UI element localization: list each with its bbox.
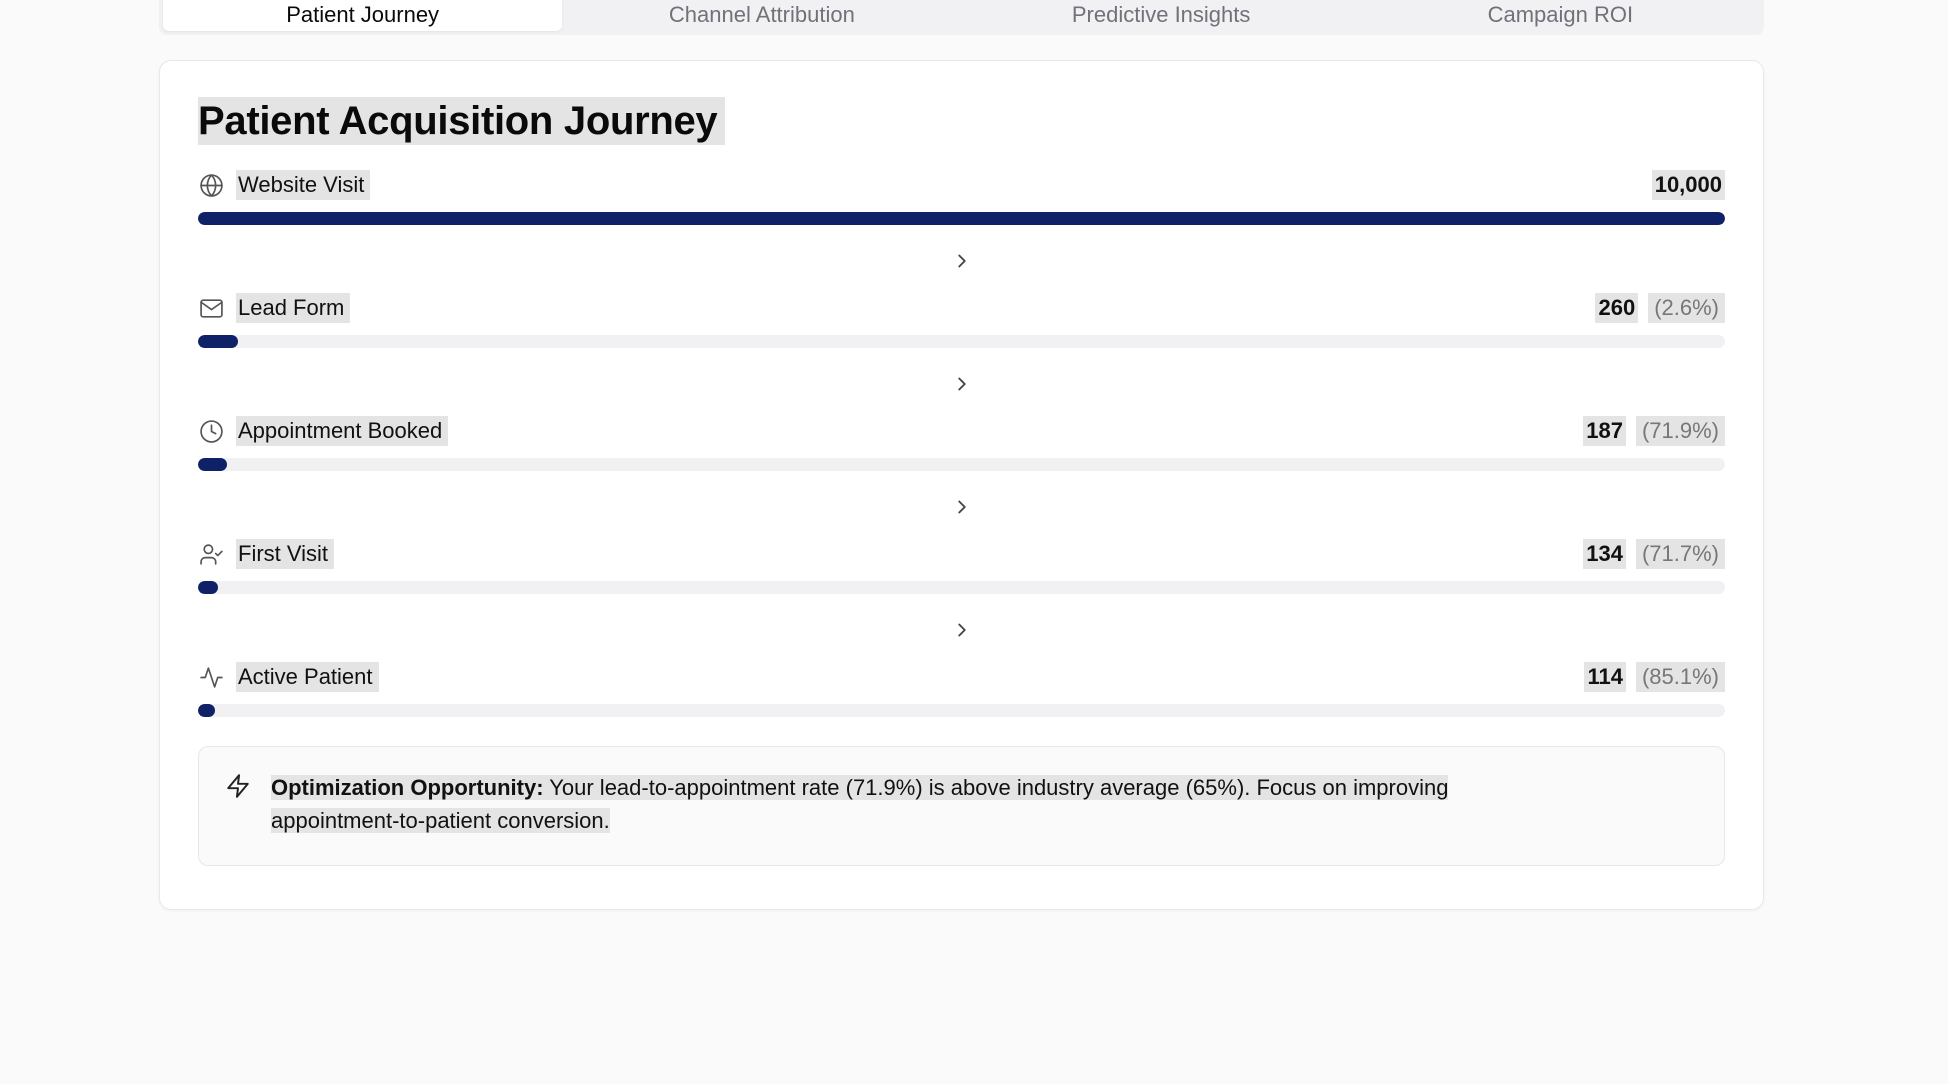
tab-patient-journey[interactable]: Patient Journey bbox=[163, 0, 563, 31]
stage-label: Appointment Booked bbox=[236, 416, 449, 446]
stage-count: 187 bbox=[1583, 416, 1626, 446]
stage-percent: (71.7%) bbox=[1635, 539, 1725, 569]
progress-track bbox=[198, 704, 1725, 717]
stage-label: First Visit bbox=[236, 539, 335, 569]
progress-track bbox=[198, 212, 1725, 225]
progress-track bbox=[198, 335, 1725, 348]
chevron-right-icon bbox=[198, 352, 1725, 415]
stage-count: 134 bbox=[1583, 539, 1626, 569]
stage-count: 260 bbox=[1595, 293, 1639, 323]
stage-first-visit: First Visit 134 (71.7%) bbox=[198, 538, 1725, 598]
tab-channel-attribution[interactable]: Channel Attribution bbox=[562, 0, 961, 31]
globe-icon bbox=[198, 172, 224, 198]
progress-fill bbox=[198, 704, 216, 717]
progress-fill bbox=[198, 212, 1725, 225]
insight-lead: Optimization Opportunity: bbox=[271, 775, 544, 800]
optimization-insight: Optimization Opportunity: Your lead-to-a… bbox=[198, 746, 1725, 866]
stage-list: Website Visit 10,000 Lead Form 260 (2.6%… bbox=[198, 169, 1725, 721]
progress-track bbox=[198, 581, 1725, 594]
stage-percent: (2.6%) bbox=[1648, 293, 1725, 323]
progress-fill bbox=[198, 335, 238, 348]
stage-label: Website Visit bbox=[236, 170, 371, 200]
user-check-icon bbox=[198, 541, 224, 567]
card-title: Patient Acquisition Journey bbox=[198, 97, 726, 145]
stage-percent: (85.1%) bbox=[1635, 662, 1725, 692]
clock-icon bbox=[198, 418, 224, 444]
chevron-right-icon bbox=[198, 475, 1725, 538]
insight-text: Optimization Opportunity: Your lead-to-a… bbox=[271, 771, 1571, 837]
stage-count: 10,000 bbox=[1651, 170, 1725, 200]
mail-icon bbox=[198, 295, 224, 321]
chevron-right-icon bbox=[198, 598, 1725, 661]
stage-label: Lead Form bbox=[236, 293, 351, 323]
stage-website-visit: Website Visit 10,000 bbox=[198, 169, 1725, 229]
stage-count: 114 bbox=[1584, 662, 1626, 692]
stage-appointment-booked: Appointment Booked 187 (71.9%) bbox=[198, 415, 1725, 475]
progress-fill bbox=[198, 581, 219, 594]
progress-fill bbox=[198, 458, 227, 471]
stage-active-patient: Active Patient 114 (85.1%) bbox=[198, 661, 1725, 721]
activity-icon bbox=[198, 664, 224, 690]
tab-predictive-insights[interactable]: Predictive Insights bbox=[962, 0, 1361, 31]
zap-icon bbox=[225, 773, 253, 801]
stage-percent: (71.9%) bbox=[1635, 416, 1725, 446]
progress-track bbox=[198, 458, 1725, 471]
tab-list: Patient Journey Channel Attribution Pred… bbox=[159, 0, 1764, 35]
chevron-right-icon bbox=[198, 229, 1725, 292]
stage-label: Active Patient bbox=[236, 662, 379, 692]
tab-campaign-roi[interactable]: Campaign ROI bbox=[1361, 0, 1760, 31]
stage-lead-form: Lead Form 260 (2.6%) bbox=[198, 292, 1725, 352]
journey-card: Patient Acquisition Journey Website Visi… bbox=[159, 60, 1764, 910]
